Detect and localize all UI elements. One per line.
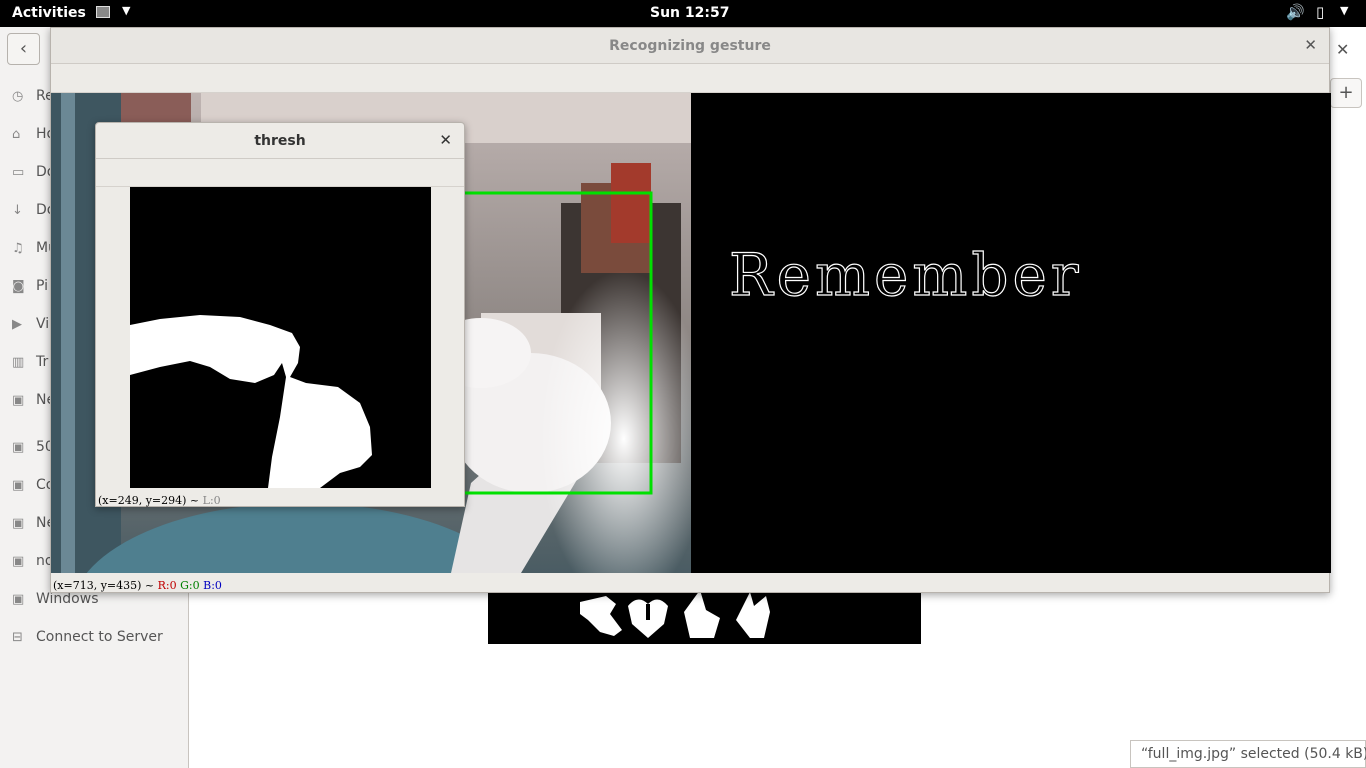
window-title[interactable]: Recognizing gesture — [51, 28, 1329, 64]
pixel-status: (x=249, y=294) ~ L:0 — [98, 494, 221, 507]
thresh-window[interactable]: thresh ✕ (x=249, y=294) ~ L:0 — [95, 122, 465, 507]
sidebar-item[interactable]: ▶ Vi — [12, 316, 49, 336]
sidebar-item[interactable]: ▣ Ne — [12, 392, 55, 412]
sidebar-item[interactable]: ⊟ Connect to Server — [12, 629, 163, 649]
sidebar-item[interactable]: ▣ no — [12, 553, 53, 573]
clock[interactable]: Sun 12:57 — [650, 5, 729, 21]
sidebar-item[interactable]: ⌂ Ho — [12, 126, 55, 146]
chevron-down-icon[interactable]: ▼ — [122, 4, 130, 17]
sidebar-item[interactable]: ↓ Do — [12, 202, 55, 222]
camera-icon: ◙ — [12, 279, 25, 294]
luminance-value: L:0 — [202, 494, 221, 507]
pixel-status: (x=713, y=435) ~ R:0 G:0 B:0 — [53, 579, 222, 592]
blue-value: B:0 — [203, 579, 222, 592]
activities-button[interactable]: Activities — [12, 5, 86, 21]
sidebar-item[interactable]: ▣ Ne — [12, 515, 55, 535]
sidebar-item-label: Tr — [36, 354, 49, 370]
new-tab-button[interactable]: + — [1330, 78, 1362, 108]
drive-icon: ▣ — [12, 516, 25, 531]
recognized-text: Remember — [729, 241, 1083, 309]
output-panel — [691, 93, 1331, 573]
sidebar-item[interactable]: ▭ Do — [12, 164, 55, 184]
video-icon: ▶ — [12, 317, 22, 332]
window-title[interactable]: thresh — [96, 123, 464, 159]
window-toolbar — [51, 65, 1329, 93]
sidebar-item[interactable]: ◙ Pi — [12, 278, 48, 298]
download-icon: ↓ — [12, 203, 23, 218]
network-icon: ▣ — [12, 393, 25, 408]
recent-icon: ◷ — [12, 89, 24, 104]
selection-status: “full_img.jpg” selected (50.4 kB) — [1130, 740, 1366, 768]
sidebar-item-label: Windows — [36, 591, 99, 607]
window-toolbar — [96, 160, 464, 187]
close-icon[interactable]: ✕ — [439, 131, 452, 149]
music-icon: ♫ — [12, 241, 24, 256]
chevron-down-icon[interactable]: ▼ — [1340, 4, 1348, 17]
sidebar-item[interactable]: ▥ Tr — [12, 354, 48, 374]
sidebar-item[interactable]: ▣ Windows — [12, 591, 99, 611]
battery-icon[interactable]: ▯ — [1316, 3, 1324, 21]
back-button[interactable]: ‹ — [7, 33, 40, 65]
close-icon[interactable]: ✕ — [1336, 40, 1349, 59]
server-icon: ⊟ — [12, 630, 23, 645]
sidebar-item[interactable]: ▣ 50 — [12, 439, 54, 459]
drive-icon: ▣ — [12, 478, 25, 493]
drive-icon: ▣ — [12, 554, 25, 569]
close-icon[interactable]: ✕ — [1304, 36, 1317, 54]
sidebar-item-label: Connect to Server — [36, 629, 163, 645]
drive-icon: ▣ — [12, 592, 25, 607]
sidebar-item-label: Pi — [36, 278, 49, 294]
sidebar-item[interactable]: ◷ Re — [12, 88, 54, 108]
volume-icon[interactable]: 🔊 — [1286, 3, 1305, 21]
window-icon[interactable] — [96, 6, 110, 18]
top-bar: Activities ▼ Sun 12:57 🔊 ▯ ▼ — [0, 0, 1366, 27]
sidebar-item[interactable]: ▣ Co — [12, 477, 54, 497]
red-value: R:0 — [157, 579, 177, 592]
sidebar-item-label: Vi — [36, 316, 50, 332]
green-value: G:0 — [180, 579, 200, 592]
coords: (x=249, y=294) ~ — [98, 494, 203, 507]
trash-icon: ▥ — [12, 355, 25, 370]
drive-icon: ▣ — [12, 440, 25, 455]
coords: (x=713, y=435) ~ — [53, 579, 158, 592]
gesture-thumbnail — [580, 590, 770, 638]
document-icon: ▭ — [12, 165, 25, 180]
home-icon: ⌂ — [12, 127, 21, 142]
threshold-image[interactable] — [130, 187, 431, 488]
image-thumbnail[interactable] — [488, 590, 921, 644]
